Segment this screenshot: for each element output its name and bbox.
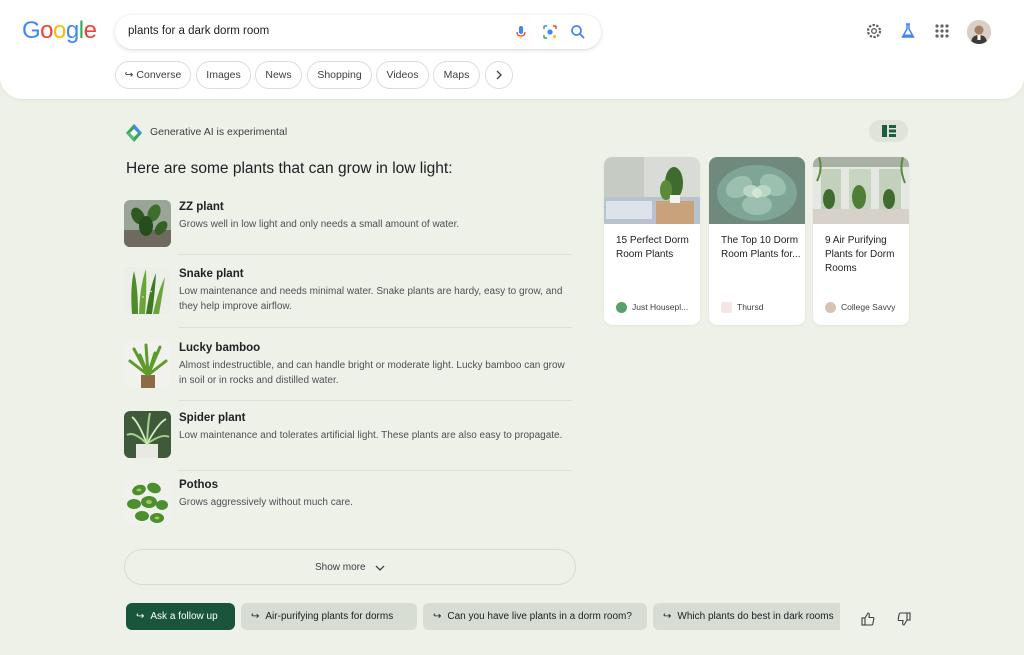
spider-plant-image[interactable]	[124, 411, 171, 458]
divider	[178, 254, 572, 255]
layout-toggle-button[interactable]	[869, 120, 908, 142]
source-site: Thursd	[721, 302, 764, 314]
account-avatar[interactable]	[967, 20, 991, 44]
google-logo[interactable]: Google	[22, 17, 97, 45]
follow-up-suggestion[interactable]: ↪ Which plants do best in dark rooms	[653, 603, 840, 630]
follow-arrow-icon: ↪	[136, 611, 145, 622]
follow-up-suggestion[interactable]: ↪ Air-purifying plants for dorms	[241, 603, 417, 630]
plant-description: Grows aggressively without much care.	[179, 497, 353, 508]
plant-description: Low maintenance and needs minimal water.…	[179, 286, 563, 312]
succulent-image	[709, 157, 805, 224]
thumbs-down-icon[interactable]	[897, 612, 911, 626]
follow-arrow-icon: ↪	[124, 69, 134, 81]
chips-next-button[interactable]	[485, 61, 513, 89]
plant-title: ZZ plant	[179, 201, 224, 213]
lucky-bamboo-image[interactable]	[124, 341, 171, 388]
source-card[interactable]: 15 Perfect Dorm Room Plants Just Housepl…	[604, 157, 700, 325]
labs-flask-icon[interactable]	[899, 22, 917, 40]
ask-follow-up-button[interactable]: ↪ Ask a follow up	[126, 603, 235, 630]
chip-shopping[interactable]: Shopping	[307, 61, 372, 89]
search-input[interactable]: plants for a dark dorm room	[128, 25, 269, 37]
chip-videos[interactable]: Videos	[376, 61, 429, 89]
layout-panel-icon	[882, 125, 896, 137]
source-card-title: 15 Perfect Dorm Room Plants	[616, 235, 689, 260]
window-plants-image	[813, 157, 909, 224]
plant-title: Pothos	[179, 479, 218, 491]
chip-maps[interactable]: Maps	[433, 61, 480, 89]
follow-arrow-icon: ↪	[663, 611, 672, 622]
site-favicon-icon	[616, 302, 627, 314]
follow-arrow-icon: ↪	[251, 611, 260, 622]
plant-item: Snake plant Low maintenance and needs mi…	[124, 267, 572, 315]
plant-title: Lucky bamboo	[179, 342, 261, 354]
plant-title: Snake plant	[179, 268, 244, 280]
source-card[interactable]: 9 Air Purifying Plants for Dorm Rooms Co…	[813, 157, 909, 325]
plant-description: Almost indestructible, and can handle br…	[179, 360, 565, 386]
search-box[interactable]: plants for a dark dorm room	[115, 15, 601, 49]
plant-title: Spider plant	[179, 412, 246, 424]
snake-plant-image[interactable]	[124, 267, 171, 314]
plant-item: Pothos Grows aggressively without much c…	[124, 478, 572, 526]
sge-sparkle-icon	[126, 124, 142, 142]
source-card-title: The Top 10 Dorm Room Plants for...	[721, 235, 801, 260]
chip-news[interactable]: News	[255, 61, 302, 89]
ai-experimental-badge: Generative AI is experimental	[124, 123, 287, 146]
plant-description: Grows well in low light and only needs a…	[179, 219, 460, 230]
suggestion-label: Can you have live plants in a dorm room?	[447, 611, 632, 622]
chevron-right-icon	[496, 70, 502, 80]
plant-item: Spider plant Low maintenance and tolerat…	[124, 411, 572, 459]
dorm-room-image	[604, 157, 700, 224]
divider	[178, 400, 572, 401]
plant-description: Low maintenance and tolerates artificial…	[179, 430, 563, 441]
chip-converse[interactable]: ↪ Converse	[115, 61, 191, 89]
pothos-image[interactable]	[124, 478, 171, 525]
thumbs-up-icon[interactable]	[861, 612, 875, 626]
show-more-label: Show more	[315, 562, 366, 573]
plant-item: Lucky bamboo Almost indestructible, and …	[124, 341, 572, 389]
source-card-title: 9 Air Purifying Plants for Dorm Rooms	[825, 235, 895, 274]
source-site-name: Just Housepl...	[632, 302, 689, 312]
lens-icon[interactable]	[542, 24, 558, 40]
source-site-name: Thursd	[737, 302, 764, 312]
divider	[178, 327, 572, 328]
source-site-name: College Savvy	[841, 302, 896, 312]
source-card[interactable]: The Top 10 Dorm Room Plants for... Thurs…	[709, 157, 805, 325]
ask-follow-up-label: Ask a follow up	[150, 611, 218, 622]
chip-images[interactable]: Images	[196, 61, 251, 89]
follow-arrow-icon: ↪	[433, 611, 442, 622]
suggestion-label: Air-purifying plants for dorms	[265, 611, 394, 622]
ai-overview-heading: Here are some plants that can grow in lo…	[126, 160, 453, 177]
source-site: Just Housepl...	[616, 302, 689, 314]
show-more-button[interactable]: Show more	[124, 549, 576, 585]
site-favicon-icon	[721, 302, 732, 314]
ai-experimental-label: Generative AI is experimental	[150, 126, 288, 138]
settings-gear-icon[interactable]	[865, 22, 883, 40]
search-icon[interactable]	[570, 24, 586, 40]
suggestion-label: Which plants do best in dark rooms	[677, 611, 834, 622]
plant-item: ZZ plant Grows well in low light and onl…	[124, 200, 572, 248]
zz-plant-image[interactable]	[124, 200, 171, 247]
apps-grid-icon[interactable]	[933, 22, 951, 40]
divider	[178, 470, 572, 471]
source-site: College Savvy	[825, 302, 896, 314]
microphone-icon[interactable]	[513, 24, 529, 40]
follow-up-suggestion[interactable]: ↪ Can you have live plants in a dorm room…	[423, 603, 647, 630]
site-favicon-icon	[825, 302, 836, 314]
chevron-down-icon	[375, 565, 385, 571]
header-bar: Google plants for a dark dorm room ↪ Con…	[0, 0, 1024, 99]
